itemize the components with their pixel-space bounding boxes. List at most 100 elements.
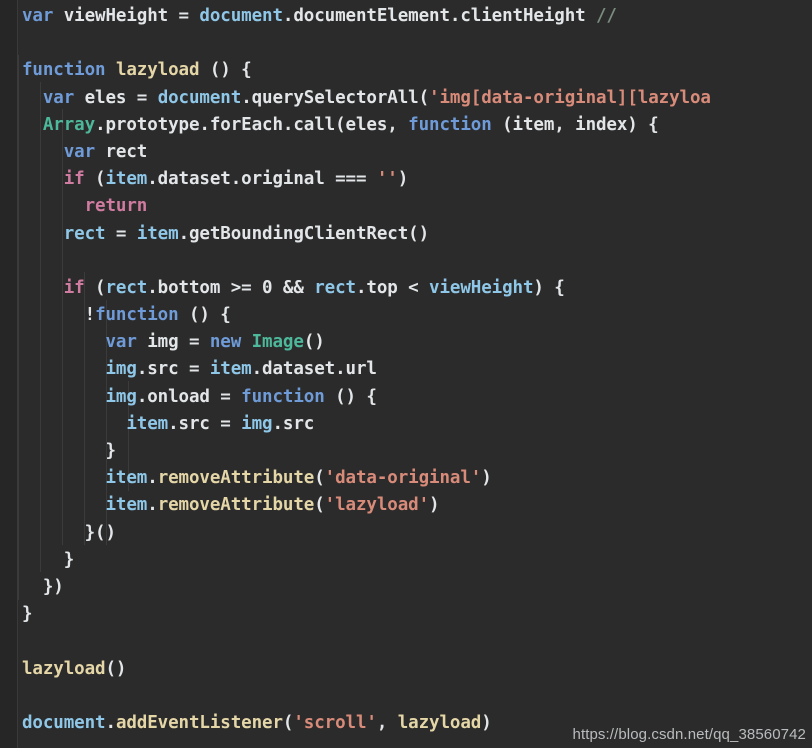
code-line[interactable]: item.removeAttribute('data-original') — [22, 465, 812, 492]
code-line[interactable]: img.onload = function () { — [22, 384, 812, 411]
code-line[interactable]: var eles = document.querySelectorAll('im… — [22, 85, 812, 112]
code-token-plain: rect — [95, 141, 148, 162]
code-token-plain: }) — [22, 576, 64, 597]
code-token-keyword: var — [105, 332, 137, 353]
code-token-class-name: Image — [251, 332, 304, 353]
code-token-plain: ) — [481, 468, 492, 489]
code-line[interactable]: function lazyload () { — [22, 57, 812, 84]
code-token-plain: ( — [84, 277, 106, 298]
code-token-plain: , — [376, 712, 398, 733]
code-line[interactable] — [22, 248, 812, 275]
code-token-function-name: addEventListener — [115, 712, 283, 733]
code-token-plain: ) { — [533, 277, 565, 298]
code-token-conditional: if — [63, 277, 85, 298]
code-token-keyword: var — [22, 6, 54, 26]
code-token-plain: () { — [199, 60, 252, 81]
code-token-plain: .onload = — [136, 386, 242, 407]
code-token-property: item — [105, 169, 148, 190]
code-token-plain: .prototype.forEach.call(eles, — [95, 114, 409, 135]
code-token-string: 'data-original' — [324, 468, 482, 489]
code-token-plain: .src — [272, 413, 315, 434]
code-token-property: item — [105, 495, 148, 516]
code-token-property: img — [105, 386, 137, 407]
code-token-plain: .getBoundingClientRect() — [178, 223, 430, 244]
code-token-plain: ( — [314, 495, 325, 516]
code-token-plain: } — [22, 441, 116, 461]
code-token-number: 0 — [262, 277, 273, 298]
code-line[interactable]: if (rect.bottom >= 0 && rect.top < viewH… — [22, 275, 812, 302]
code-token-plain: = — [168, 6, 200, 26]
code-token-plain: . — [147, 468, 158, 489]
code-line[interactable] — [22, 628, 812, 655]
code-token-plain: .top < — [355, 277, 430, 298]
code-screenshot: var viewHeight = document.documentElemen… — [0, 0, 812, 748]
code-token-plain: img = — [136, 332, 210, 353]
code-token-plain: ) — [481, 712, 492, 733]
code-line[interactable]: } — [22, 438, 812, 465]
code-token-function-name: lazyload — [22, 658, 106, 679]
code-token-string: 'scroll' — [293, 712, 377, 733]
code-token-plain: .dataset.url — [251, 359, 377, 380]
code-line[interactable]: } — [22, 601, 812, 628]
code-token-property: item — [209, 359, 252, 380]
code-line[interactable]: img.src = item.dataset.url — [22, 356, 812, 383]
code-token-plain: ( — [84, 169, 106, 190]
code-token-plain: () — [105, 658, 127, 679]
watermark-url: https://blog.csdn.net/qq_38560742 — [572, 726, 806, 743]
code-editor-content[interactable]: var viewHeight = document.documentElemen… — [0, 0, 812, 748]
code-token-plain: (item, index) { — [491, 114, 659, 135]
code-line[interactable]: var rect — [22, 139, 812, 166]
code-line[interactable]: rect = item.getBoundingClientRect() — [22, 221, 812, 248]
code-line[interactable]: }() — [22, 520, 812, 547]
code-line[interactable]: lazyload() — [22, 656, 812, 683]
code-line[interactable]: item.removeAttribute('lazyload') — [22, 492, 812, 519]
code-token-plain: ( — [314, 468, 325, 489]
code-token-property: img — [105, 359, 137, 380]
code-token-property: rect — [314, 277, 356, 298]
code-line[interactable]: }) — [22, 574, 812, 601]
code-line[interactable]: var img = new Image() — [22, 329, 812, 356]
code-token-string: 'img[data-original][lazyloa — [429, 87, 711, 108]
code-token-keyword: function — [241, 386, 325, 407]
code-line[interactable]: } — [22, 547, 812, 574]
code-line[interactable]: !function () { — [22, 302, 812, 329]
code-line[interactable] — [22, 683, 812, 710]
code-line[interactable]: Array.prototype.forEach.call(eles, funct… — [22, 112, 812, 139]
code-token-plain: }() — [22, 522, 116, 543]
code-token-property: viewHeight — [429, 277, 534, 298]
code-token-plain: } — [22, 549, 75, 570]
code-line[interactable]: return — [22, 193, 812, 220]
code-line[interactable]: var viewHeight = document.documentElemen… — [22, 3, 812, 30]
code-token-property: rect — [63, 223, 106, 244]
code-line[interactable] — [22, 30, 812, 57]
code-token-plain: .dataset.original === — [147, 169, 377, 190]
code-line[interactable]: if (item.dataset.original === '') — [22, 166, 812, 193]
code-token-function-name: removeAttribute — [157, 495, 315, 516]
code-token-plain: .src = — [168, 413, 242, 434]
code-token-keyword: var — [63, 141, 96, 162]
code-token-function-name: lazyload — [397, 712, 482, 733]
code-token-plain: ! — [84, 305, 96, 326]
code-token-property: item — [105, 468, 148, 489]
code-token-class-name: Array — [42, 114, 96, 135]
code-token-property: document — [199, 6, 283, 26]
code-token-plain: () { — [324, 386, 377, 407]
code-token-property: document — [22, 712, 106, 733]
code-token-plain: = — [105, 223, 137, 244]
code-line[interactable]: item.src = img.src — [22, 411, 812, 438]
code-token-plain: } — [22, 604, 33, 625]
code-token-conditional: if — [63, 169, 85, 190]
code-token-keyword: function — [22, 60, 106, 81]
